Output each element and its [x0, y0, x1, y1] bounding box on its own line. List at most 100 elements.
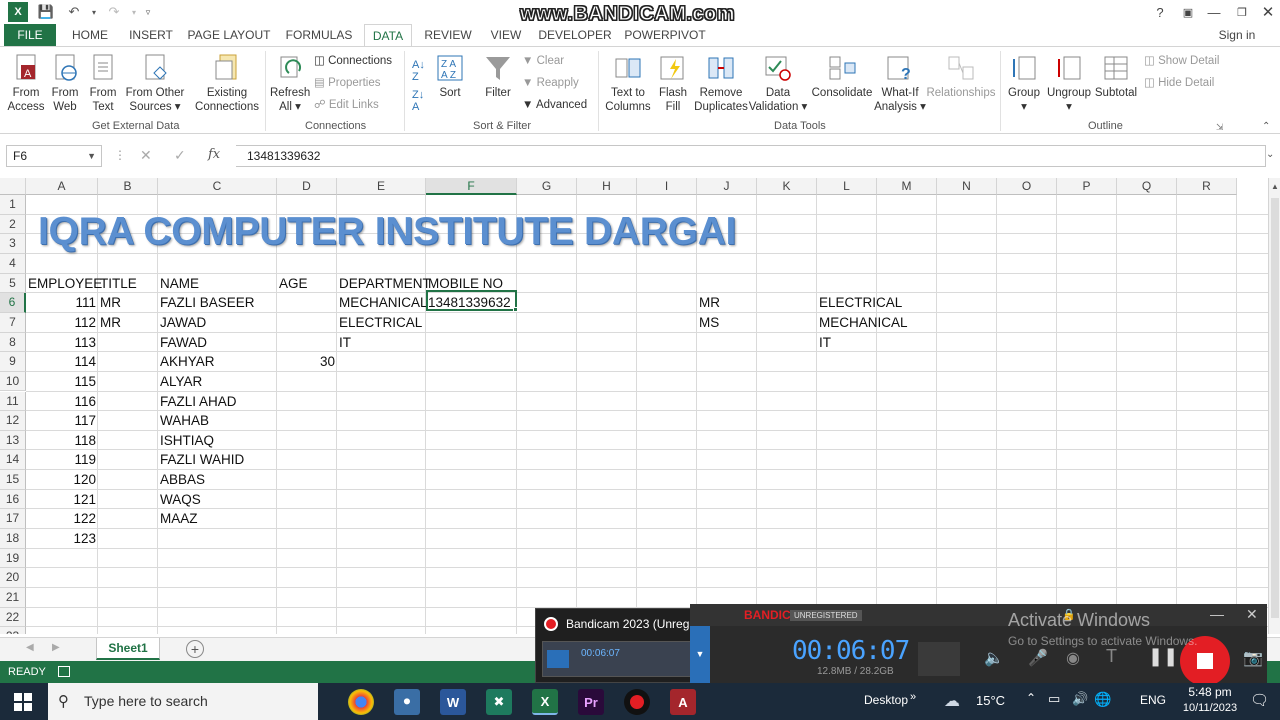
tab-insert[interactable]: INSERT	[124, 24, 178, 46]
column-header-c[interactable]: C	[158, 178, 277, 195]
text-overlay-icon[interactable]: T	[1106, 646, 1117, 667]
bandicam-mode-dropdown-icon[interactable]: ▼	[690, 626, 710, 683]
scroll-up-icon[interactable]: ▲	[1271, 182, 1279, 191]
column-header-h[interactable]: H	[577, 178, 637, 195]
name-cell[interactable]: WAQS	[158, 490, 203, 509]
row-header-6[interactable]: 6	[0, 293, 26, 313]
from-web-button[interactable]: From Web	[48, 53, 82, 114]
row-header-9[interactable]: 9	[0, 352, 26, 372]
title-cell[interactable]: MR	[98, 293, 123, 312]
employee-cell[interactable]: 116	[26, 392, 98, 411]
input-language[interactable]: ENG	[1140, 693, 1166, 707]
explorer-app-icon[interactable]: ⚫	[394, 689, 420, 715]
row-header-10[interactable]: 10	[0, 371, 26, 392]
tab-review[interactable]: REVIEW	[420, 24, 476, 46]
active-cell-selection[interactable]	[426, 290, 517, 311]
expand-formula-bar-icon[interactable]: ⌄	[1266, 149, 1274, 160]
column-header-m[interactable]: M	[877, 178, 937, 195]
new-sheet-icon[interactable]: +	[186, 640, 204, 658]
department-cell[interactable]: ELECTRICAL	[337, 313, 424, 332]
consolidate-button[interactable]: Consolidate	[810, 53, 874, 100]
column-header-n[interactable]: N	[937, 178, 997, 195]
column-header-o[interactable]: O	[997, 178, 1057, 195]
group-button[interactable]: Group ▾	[1006, 53, 1042, 114]
network-globe-icon[interactable]: 🌐	[1094, 691, 1111, 708]
row-header-15[interactable]: 15	[0, 470, 26, 490]
employee-cell[interactable]: 122	[26, 509, 98, 528]
employee-cell[interactable]: 114	[26, 352, 98, 371]
what-if-analysis-button[interactable]: ? What-If Analysis ▾	[874, 53, 926, 114]
redo-icon[interactable]: ↷	[104, 2, 124, 22]
microphone-icon[interactable]: 🎤	[1028, 648, 1048, 668]
confirm-entry-icon[interactable]: ✓	[174, 147, 186, 164]
row-header-20[interactable]: 20	[0, 568, 26, 588]
next-sheet-icon[interactable]: ▶	[52, 642, 60, 653]
existing-connections-button[interactable]: Existing Connections	[194, 53, 260, 114]
sort-z-a-icon[interactable]: Z↓ A	[412, 89, 424, 113]
column-header-r[interactable]: R	[1177, 178, 1237, 195]
desktop-chevron-icon[interactable]: »	[910, 691, 916, 703]
desktop-toolbar[interactable]: Desktop	[864, 693, 908, 707]
row-header-1[interactable]: 1	[0, 195, 26, 215]
row-header-4[interactable]: 4	[0, 253, 26, 274]
tab-powerpivot[interactable]: POWERPIVOT	[624, 24, 706, 46]
reapply-button[interactable]: ▼ Reapply	[522, 75, 579, 91]
undo-dropdown-icon[interactable]: ▾	[84, 2, 104, 22]
name-cell[interactable]: FAZLI WAHID	[158, 450, 246, 469]
bandicam-minimize-icon[interactable]: —	[1210, 606, 1224, 622]
fill-handle[interactable]	[513, 307, 518, 312]
vertical-scrollbar[interactable]: ▲	[1268, 178, 1280, 634]
row-header-21[interactable]: 21	[0, 588, 26, 608]
row-header-2[interactable]: 2	[0, 214, 26, 235]
row-header-13[interactable]: 13	[0, 430, 26, 451]
sheet-tab-sheet1[interactable]: Sheet1	[96, 638, 160, 660]
data-validation-button[interactable]: Data Validation ▾	[748, 53, 808, 114]
row-header-18[interactable]: 18	[0, 529, 26, 549]
relationships-button[interactable]: Relationships	[926, 53, 996, 100]
from-access-button[interactable]: A From Access	[6, 53, 46, 114]
properties-button[interactable]: ▤ Properties	[314, 75, 380, 91]
column-header-f[interactable]: F	[426, 178, 517, 195]
prev-sheet-icon[interactable]: ◀	[26, 642, 34, 653]
age-cell[interactable]: 30	[277, 352, 337, 371]
employee-cell[interactable]: 115	[26, 372, 98, 391]
column-header-q[interactable]: Q	[1117, 178, 1177, 195]
restore-icon[interactable]: ❐	[1228, 0, 1256, 24]
name-cell[interactable]: AKHYAR	[158, 352, 217, 371]
column-header-i[interactable]: I	[637, 178, 697, 195]
title-cell[interactable]: MR	[98, 313, 123, 332]
refresh-all-button[interactable]: Refresh All ▾	[270, 53, 310, 114]
header-cell[interactable]: TITLE	[98, 274, 139, 293]
dialog-launcher-icon[interactable]: ⇲	[1216, 119, 1224, 135]
tab-home[interactable]: HOME	[66, 24, 114, 46]
employee-cell[interactable]: 118	[26, 431, 98, 450]
name-cell[interactable]: FAZLI BASEER	[158, 293, 257, 312]
row-header-19[interactable]: 19	[0, 548, 26, 569]
access-taskbar-icon[interactable]: A	[670, 689, 696, 715]
battery-icon[interactable]: ▭	[1048, 691, 1060, 707]
header-cell[interactable]: AGE	[277, 274, 310, 293]
remove-duplicates-button[interactable]: Remove Duplicates	[692, 53, 750, 114]
department-list-cell[interactable]: ELECTRICAL	[817, 293, 904, 312]
row-header-11[interactable]: 11	[0, 391, 26, 412]
show-hidden-icons-icon[interactable]: ⌃	[1026, 691, 1036, 705]
sign-in-link[interactable]: Sign in	[1212, 24, 1262, 46]
header-cell[interactable]: DEPARTMENT	[337, 274, 433, 293]
ungroup-button[interactable]: Ungroup ▾	[1044, 53, 1094, 114]
employee-cell[interactable]: 112	[26, 313, 98, 332]
name-box[interactable]: F6 ▼	[6, 145, 102, 167]
undo-icon[interactable]: ↶	[64, 2, 84, 22]
employee-cell[interactable]: 119	[26, 450, 98, 469]
row-header-23[interactable]: 23	[0, 627, 26, 634]
scroll-thumb[interactable]	[1271, 198, 1279, 618]
mouse-effect-icon[interactable]: ◉	[1066, 648, 1080, 668]
bandicam-taskbar-icon[interactable]	[624, 689, 650, 715]
edit-links-button[interactable]: ☍ Edit Links	[314, 97, 379, 113]
ribbon-display-options-icon[interactable]: ▣	[1174, 0, 1202, 24]
row-header-8[interactable]: 8	[0, 332, 26, 353]
row-header-14[interactable]: 14	[0, 450, 26, 471]
weather-cloud-icon[interactable]: ☁	[944, 691, 960, 711]
title-list-cell[interactable]: MR	[697, 293, 722, 312]
employee-cell[interactable]: 117	[26, 411, 98, 430]
employee-cell[interactable]: 123	[26, 529, 98, 548]
